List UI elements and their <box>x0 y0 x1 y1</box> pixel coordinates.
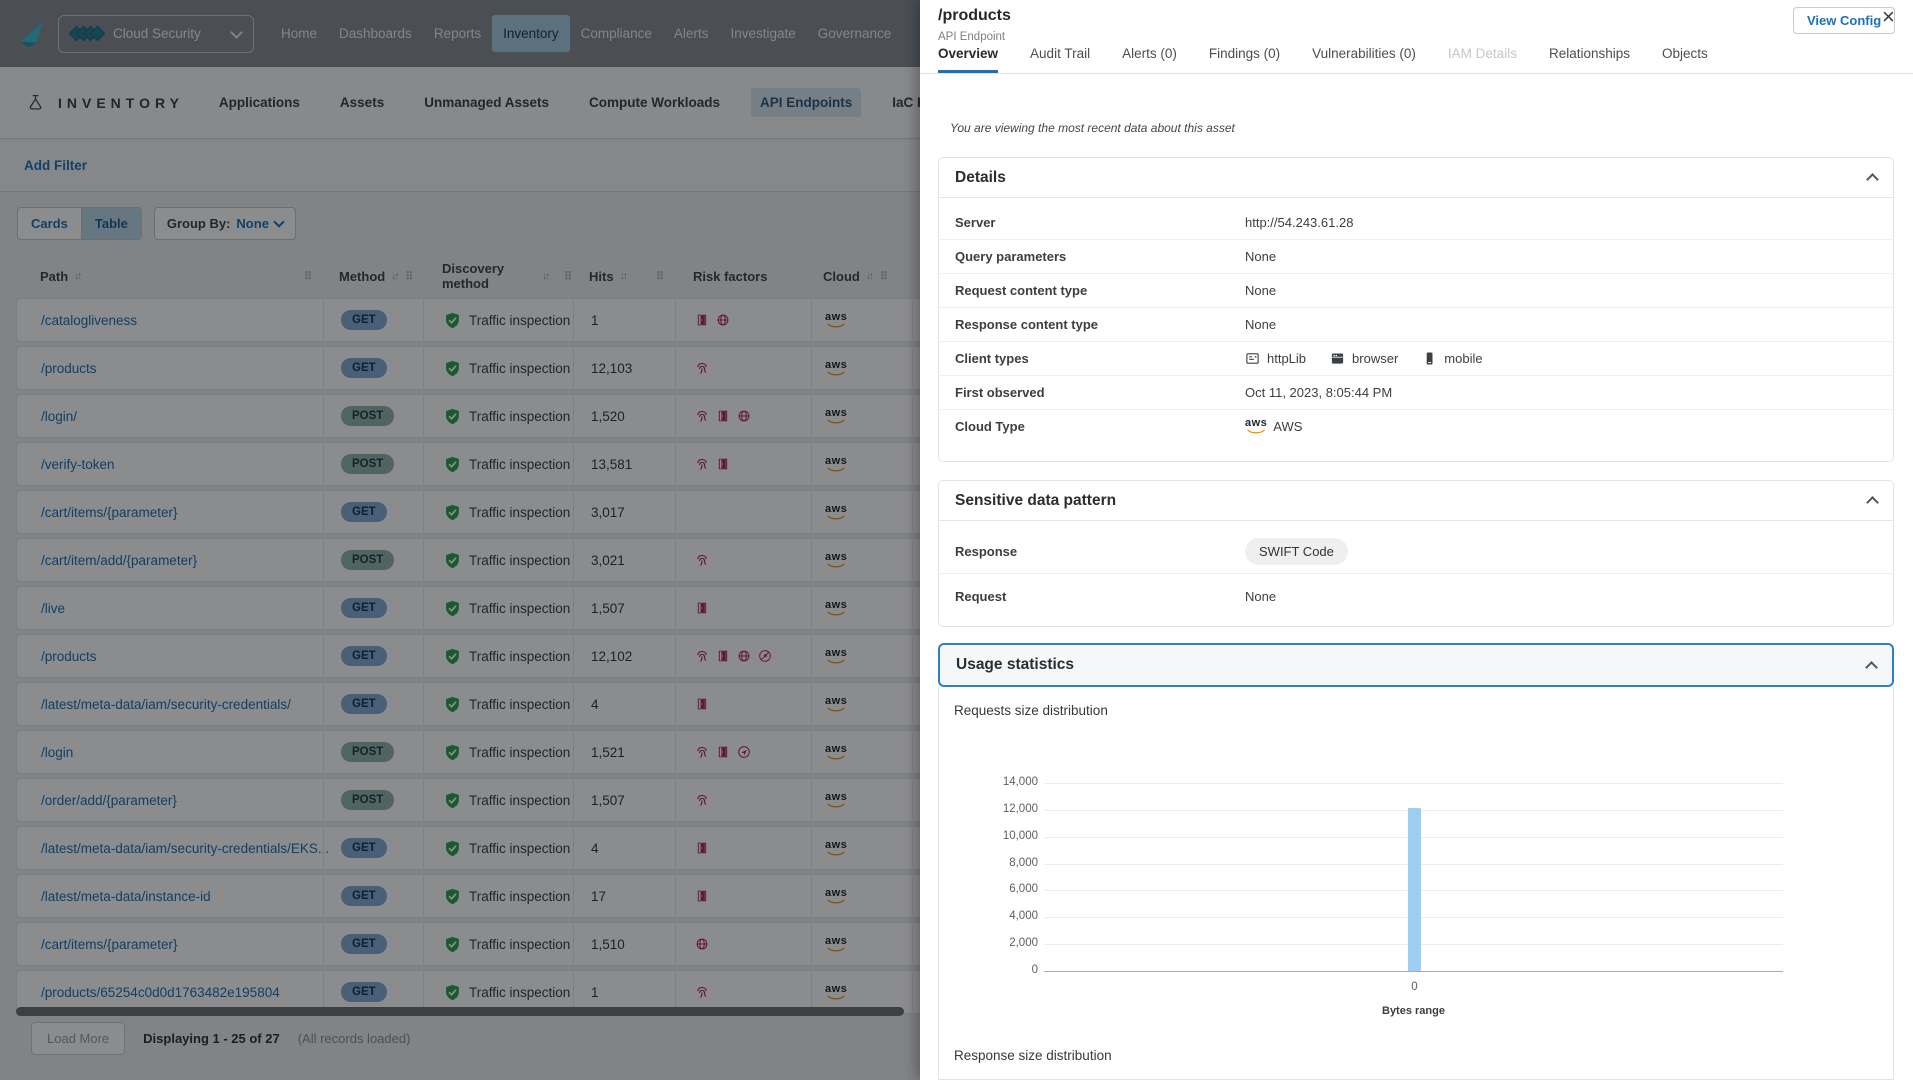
detail-label: Response content type <box>955 317 1245 332</box>
details-card-title: Details <box>955 169 1006 187</box>
panel-tab-objects[interactable]: Objects <box>1662 46 1708 73</box>
y-axis-label: 4,000 <box>959 910 1038 922</box>
sensitive-card-title: Sensitive data pattern <box>955 492 1116 510</box>
sensitive-value: SWIFT Code <box>1245 538 1348 565</box>
detail-value: http://54.243.61.28 <box>1245 215 1353 230</box>
y-axis-label: 2,000 <box>959 937 1038 949</box>
usage-statistics-header[interactable]: Usage statistics <box>938 643 1894 687</box>
panel-tab-alerts-0[interactable]: Alerts (0) <box>1122 46 1177 73</box>
client-type-httplib: httpLib <box>1245 351 1306 366</box>
recent-data-notice: You are viewing the most recent data abo… <box>950 121 1235 135</box>
detail-row: Cloud Typeaws AWS <box>939 410 1893 443</box>
panel-tab-audit-trail[interactable]: Audit Trail <box>1030 46 1090 73</box>
panel-tab-relationships[interactable]: Relationships <box>1549 46 1630 73</box>
detail-row: Client types httpLib browser mobile <box>939 342 1893 376</box>
detail-value: None <box>1245 249 1276 264</box>
detail-value: None <box>1245 317 1276 332</box>
detail-row: First observedOct 11, 2023, 8:05:44 PM <box>939 376 1893 410</box>
panel-subtitle: API Endpoint <box>938 31 1005 43</box>
y-axis-label: 14,000 <box>959 776 1038 788</box>
collapse-chevron-icon[interactable] <box>1865 661 1878 674</box>
modal-dim-overlay[interactable] <box>0 0 920 1080</box>
request-chart-title: Requests size distribution <box>954 703 1108 718</box>
sensitive-card-header: Sensitive data pattern <box>939 481 1893 521</box>
y-axis-label: 12,000 <box>959 803 1038 815</box>
x-tick-label: 0 <box>1394 981 1435 993</box>
mobile-icon <box>1422 351 1437 366</box>
detail-row: Request content typeNone <box>939 274 1893 308</box>
gridline <box>1044 783 1783 784</box>
panel-tab-iam-details: IAM Details <box>1448 46 1517 73</box>
cloud-type-label: AWS <box>1273 419 1302 434</box>
data-pattern-pill[interactable]: SWIFT Code <box>1245 538 1348 565</box>
y-axis-label: 0 <box>959 964 1038 976</box>
bar-0 <box>1408 808 1421 971</box>
detail-label: Client types <box>955 351 1245 366</box>
asset-detail-panel: /products API Endpoint View Config × Ove… <box>920 0 1913 1080</box>
x-axis-line <box>1044 971 1783 972</box>
collapse-chevron-icon[interactable] <box>1866 173 1879 186</box>
y-axis-label: 10,000 <box>959 830 1038 842</box>
response-chart-title: Response size distribution <box>954 1048 1112 1063</box>
app-root: Cloud Security HomeDashboardsReportsInve… <box>0 0 1913 1080</box>
httplib-icon <box>1245 351 1260 366</box>
detail-label: Request content type <box>955 283 1245 298</box>
detail-value: None <box>1245 283 1276 298</box>
usage-statistics-card: Requests size distribution Response size… <box>938 687 1894 1080</box>
sensitive-label: Request <box>955 589 1245 604</box>
client-type-mobile: mobile <box>1422 351 1482 366</box>
close-icon[interactable]: × <box>1882 6 1895 28</box>
aws-logo-icon: aws <box>1245 418 1267 435</box>
detail-label: Query parameters <box>955 249 1245 264</box>
details-card-header: Details <box>939 158 1893 198</box>
browser-icon <box>1330 351 1345 366</box>
y-axis-label: 6,000 <box>959 883 1038 895</box>
aws-logo-text: aws <box>1245 418 1267 429</box>
panel-tab-overview[interactable]: Overview <box>938 46 998 73</box>
sensitive-data-card: Sensitive data pattern ResponseSWIFT Cod… <box>938 480 1894 627</box>
panel-tab-vulnerabilities-0[interactable]: Vulnerabilities (0) <box>1312 46 1416 73</box>
client-type-label: httpLib <box>1267 351 1306 366</box>
panel-tab-findings-0[interactable]: Findings (0) <box>1209 46 1280 73</box>
client-type-label: browser <box>1352 351 1398 366</box>
sensitive-label: Response <box>955 544 1245 559</box>
view-config-button[interactable]: View Config <box>1793 7 1895 34</box>
detail-row: Query parametersNone <box>939 240 1893 274</box>
detail-label: First observed <box>955 385 1245 400</box>
client-type-label: mobile <box>1444 351 1482 366</box>
detail-value: httpLib browser mobile <box>1245 351 1483 366</box>
detail-value: aws AWS <box>1245 418 1302 435</box>
sensitive-row: RequestNone <box>939 574 1893 618</box>
detail-label: Server <box>955 215 1245 230</box>
client-type-browser: browser <box>1330 351 1398 366</box>
client-types: httpLib browser mobile <box>1245 351 1483 366</box>
collapse-chevron-icon[interactable] <box>1866 496 1879 509</box>
y-axis-label: 8,000 <box>959 857 1038 869</box>
detail-row: Serverhttp://54.243.61.28 <box>939 206 1893 240</box>
aws-swoosh-icon <box>1247 429 1265 435</box>
sensitive-row: ResponseSWIFT Code <box>939 529 1893 574</box>
detail-row: Response content typeNone <box>939 308 1893 342</box>
detail-value: Oct 11, 2023, 8:05:44 PM <box>1245 385 1392 400</box>
usage-card-title: Usage statistics <box>956 656 1074 674</box>
details-card: Details Serverhttp://54.243.61.28Query p… <box>938 157 1894 462</box>
x-axis-title: Bytes range <box>1354 1005 1474 1017</box>
panel-title: /products <box>938 7 1011 25</box>
sensitive-value: None <box>1245 589 1276 604</box>
panel-tabs: Overview Audit Trail Alerts (0) Findings (0… <box>920 46 1913 74</box>
detail-label: Cloud Type <box>955 419 1245 434</box>
